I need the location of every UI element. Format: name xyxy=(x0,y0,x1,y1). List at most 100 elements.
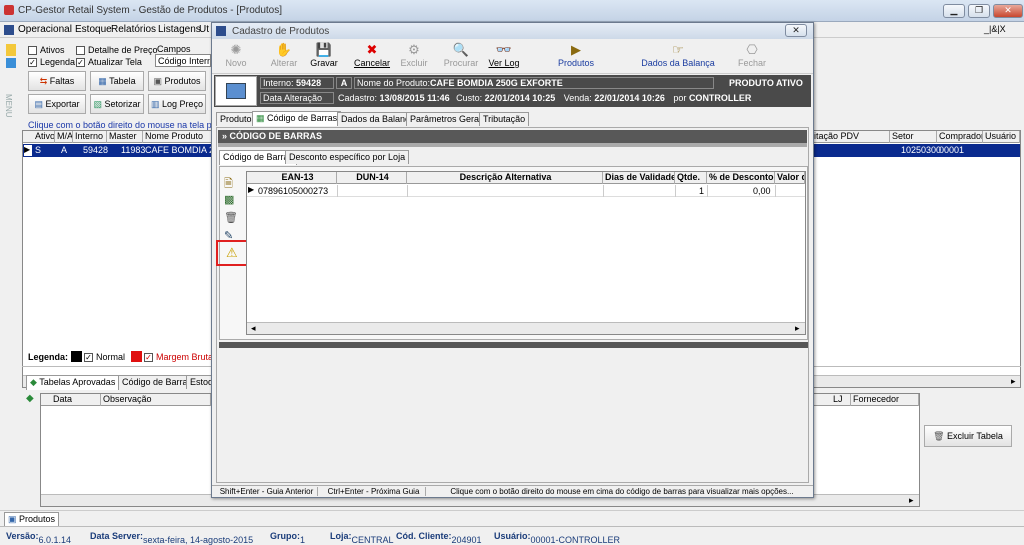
delete-barcode-icon[interactable]: 🗑 xyxy=(224,211,238,224)
campos-label: Campos xyxy=(157,44,191,54)
minimize-button[interactable]: ▁ xyxy=(943,4,965,18)
campos-select[interactable]: Código Interno xyxy=(155,54,211,67)
gravar-button[interactable]: 💾 Gravar xyxy=(304,42,344,68)
col-dias-validade[interactable]: Dias de Validade xyxy=(603,172,675,184)
filter-ativos[interactable]: Ativos xyxy=(28,45,65,56)
cell-ma: A xyxy=(61,145,68,155)
status-proxima-guia: Ctrl+Enter - Próxima Guia xyxy=(322,487,426,496)
side-toolbar: MENU xyxy=(4,42,20,162)
col-interno[interactable]: Interno xyxy=(73,131,107,143)
subtab-desconto-loja[interactable]: Desconto específico por Loja xyxy=(285,150,410,164)
col-dun14[interactable]: DUN-14 xyxy=(337,172,407,184)
col-valor[interactable]: Valor de xyxy=(775,172,805,184)
excluir-button[interactable]: ⚙ Excluir xyxy=(394,42,434,68)
notepad-icon xyxy=(215,76,257,106)
faltas-button[interactable]: ⇆ Faltas xyxy=(28,71,86,91)
taskbar-tab-produtos[interactable]: ▣ Produtos xyxy=(4,512,60,527)
menu-estoque[interactable]: Estoque xyxy=(75,24,112,35)
cancelar-button[interactable]: ✖ Cancelar xyxy=(350,42,394,68)
close-button[interactable]: ✕ xyxy=(993,4,1023,18)
tab-parametros-gerais[interactable]: Parâmetros Gerais xyxy=(406,112,490,126)
legend-margem[interactable]: ✓ Margem Bruta > xyxy=(144,352,221,363)
barcode-grid[interactable]: EAN-13 DUN-14 Descrição Alternativa Dias… xyxy=(246,171,806,335)
filter-legenda[interactable]: ✓ Legenda xyxy=(28,57,75,68)
alterar-button[interactable]: ✋ Alterar xyxy=(264,42,304,68)
window-taskbar: ▣ Produtos xyxy=(0,510,1024,527)
excluir-tabela-button[interactable]: 🗑 Excluir Tabela xyxy=(924,425,1012,447)
col-nome-produto[interactable]: Nome Produto xyxy=(143,131,213,143)
dialog-status-bar: Shift+Enter - Guia Anterior Ctrl+Enter -… xyxy=(212,485,813,497)
side-menu-label[interactable]: MENU xyxy=(4,94,13,118)
app-status-bar: Versão: 6.0.1.14 Data Server: sexta-feira… xyxy=(0,526,1024,545)
barcode-panel: 🗎 ▩ 🗑 ✎ ⚠ EAN-13 DUN-14 Descrição Altern… xyxy=(216,166,808,340)
cadastro-dialog: Cadastro de Produtos ✕ ✺ Novo ✋ Alterar 💾 G… xyxy=(211,22,814,498)
menu-listagens[interactable]: Listagens xyxy=(158,24,201,35)
exportar-button[interactable]: ▤ Exportar xyxy=(28,94,86,114)
menu-app-icon xyxy=(4,25,14,35)
col-lj[interactable]: LJ xyxy=(831,394,851,406)
col-setor[interactable]: Setor xyxy=(890,131,937,143)
col-master[interactable]: Master xyxy=(107,131,143,143)
tab-content: » CÓDIGO DE BARRAS Código de Barras Desc… xyxy=(216,127,809,483)
dialog-title-bar: Cadastro de Produtos ✕ xyxy=(212,23,813,39)
section-divider xyxy=(218,143,807,147)
interno-field: Interno: 59428 xyxy=(260,77,334,89)
log-preco-button[interactable]: ▥ Log Preço xyxy=(148,94,206,114)
product-info-panel: Interno: 59428 A Nome do Produto:CAFE BO… xyxy=(214,75,811,107)
legenda-label: Legenda: xyxy=(28,352,69,362)
cell-comprador: 00001 xyxy=(939,145,965,155)
loja: Loja: CENTRAL xyxy=(330,531,394,545)
legend-normal-swatch xyxy=(71,351,82,362)
dialog-toolbar: ✺ Novo ✋ Alterar 💾 Gravar ✖ Cancelar ⚙ Exclui… xyxy=(212,40,813,74)
produtos-toolbar-button[interactable]: ▶ Produtos xyxy=(554,42,598,68)
setorizar-button[interactable]: ▧ Setorizar xyxy=(90,94,144,114)
table-row[interactable]: ▶ 07896105000273 1 0,00 xyxy=(247,185,805,197)
col-ean13[interactable]: EAN-13 xyxy=(257,172,337,184)
col-usuario[interactable]: Usuário In xyxy=(983,131,1020,143)
col-comprador[interactable]: Comprador xyxy=(937,131,983,143)
versao: Versão: 6.0.1.14 xyxy=(6,531,72,545)
novo-button[interactable]: ✺ Novo xyxy=(216,42,256,68)
col-desconto[interactable]: % de Desconto xyxy=(707,172,775,184)
side-arrow-icon[interactable] xyxy=(6,58,16,68)
mdi-controls[interactable]: _|&|X xyxy=(984,24,1006,34)
tab-tabelas-aprovadas[interactable]: ◆ Tabelas Aprovadas xyxy=(26,375,120,390)
menu-operacional[interactable]: Operacional xyxy=(18,24,72,35)
cell-setor: 10250300 xyxy=(901,145,942,155)
procurar-button[interactable]: 🔍 Procurar xyxy=(440,42,482,68)
barcode-hscrollbar[interactable]: ◂ ▸ xyxy=(247,322,805,334)
filter-detalhe-preco[interactable]: Detalhe de Preço xyxy=(76,45,158,56)
panel-footer-bar xyxy=(219,342,808,348)
filter-atualizar-tela[interactable]: ✓ Atualizar Tela xyxy=(76,57,142,68)
col-data[interactable]: Data xyxy=(51,394,101,406)
tab-codigo-de-barras[interactable]: ▦ Código de Barras xyxy=(252,111,342,126)
col-qtde[interactable]: Qtde. xyxy=(675,172,707,184)
produtos-button[interactable]: ▣ Produtos xyxy=(148,71,206,91)
col-ma[interactable]: M/A xyxy=(55,131,73,143)
dialog-close-button[interactable]: ✕ xyxy=(785,24,807,37)
tab-tributacao[interactable]: Tributação xyxy=(479,112,530,126)
fechar-button[interactable]: ⎔ Fechar xyxy=(732,42,772,68)
menu-relatorios[interactable]: Relatórios xyxy=(111,24,156,35)
restore-button[interactable]: ❐ xyxy=(968,4,990,18)
add-barcode-icon[interactable]: 🗎 xyxy=(224,175,233,194)
col-observacao[interactable]: Observação xyxy=(101,394,211,406)
col-descricao[interactable]: Descrição Alternativa xyxy=(407,172,603,184)
col-ativo[interactable]: Ativo xyxy=(33,131,55,143)
barcode-list-icon[interactable]: ▩ xyxy=(224,193,234,206)
warning-icon[interactable]: ⚠ xyxy=(226,245,238,261)
ver-log-button[interactable]: 👓 Ver Log xyxy=(484,42,524,68)
app-icon xyxy=(4,5,14,15)
col-itacao-pdv[interactable]: itação PDV xyxy=(812,131,890,143)
col-fornecedor[interactable]: Fornecedor xyxy=(851,394,919,406)
gem-icon: ◆ xyxy=(26,393,34,404)
tabela-button[interactable]: ▦ Tabela xyxy=(90,71,144,91)
grupo: Grupo: 1 xyxy=(270,531,306,545)
dados-balanca-button[interactable]: ☞ Dados da Balança xyxy=(640,42,716,68)
menu-utilitarios[interactable]: Ut xyxy=(199,24,209,35)
key-icon[interactable] xyxy=(6,44,16,56)
data-server: Data Server: sexta-feira, 14-agosto-2015 xyxy=(90,531,254,545)
app-title-bar: CP-Gestor Retail System - Gestão de Prod… xyxy=(0,0,1024,22)
legend-normal[interactable]: ✓ Normal xyxy=(84,352,125,363)
tab-codigo-barras[interactable]: Código de Barras xyxy=(118,375,197,389)
